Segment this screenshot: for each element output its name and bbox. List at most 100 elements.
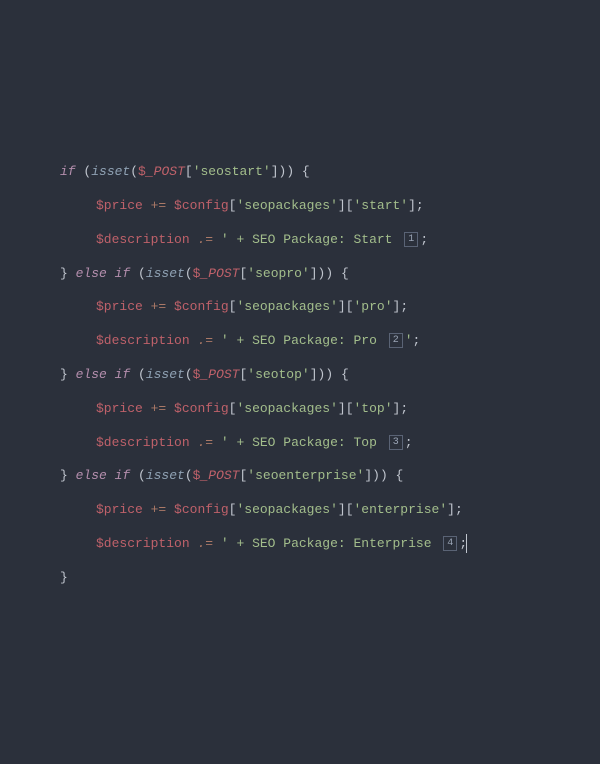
code-token: else if [76, 367, 131, 382]
code-token: ( [76, 164, 92, 179]
code-token [166, 299, 174, 314]
code-token: ] [364, 468, 372, 483]
code-token: _POST [200, 367, 239, 382]
code-token: ; [405, 435, 413, 450]
code-token: else if [76, 468, 131, 483]
code-line: } else if (isset($_POST['seopro'])) { [60, 257, 560, 291]
code-token: 'seopackages' [236, 299, 337, 314]
code-token: 'pro' [354, 299, 393, 314]
code-line: $price += $config['seopackages']['top']; [60, 392, 560, 426]
code-line: } [60, 561, 560, 595]
code-token: 'seoenterprise' [247, 468, 364, 483]
code-token: 'seopackages' [236, 198, 337, 213]
code-token: ' + SEO Package: Enterprise [221, 536, 439, 551]
code-line: $price += $config['seopackages']['enterp… [60, 493, 560, 527]
code-token: ; [400, 299, 408, 314]
code-token: 'seostart' [193, 164, 271, 179]
code-token: )) [372, 468, 388, 483]
code-token: $description [96, 435, 190, 450]
code-token: .= [197, 435, 213, 450]
code-token: $price [96, 401, 143, 416]
code-token: $description [96, 232, 190, 247]
code-token [143, 502, 151, 517]
code-token: isset [146, 266, 185, 281]
code-token: 'start' [354, 198, 409, 213]
code-token: $ [138, 164, 146, 179]
code-token: ( [130, 468, 146, 483]
text-cursor [466, 534, 467, 552]
code-token: 'seopackages' [236, 502, 337, 517]
code-token: isset [146, 367, 185, 382]
code-token: 'seotop' [247, 367, 309, 382]
code-token: ( [130, 367, 146, 382]
code-token: } [60, 367, 76, 382]
code-token: ( [130, 266, 146, 281]
code-token: ] [447, 502, 455, 517]
code-token: ' [405, 333, 413, 348]
code-token: if [60, 164, 76, 179]
code-token: )) [318, 266, 334, 281]
code-token: 'top' [354, 401, 393, 416]
code-token: { [294, 164, 310, 179]
code-token [143, 299, 151, 314]
code-token: .= [197, 232, 213, 247]
code-line: } else if (isset($_POST['seotop'])) { [60, 358, 560, 392]
code-token [166, 502, 174, 517]
code-token: .= [197, 536, 213, 551]
fold-badge: 3 [389, 435, 403, 450]
code-token: ; [420, 232, 428, 247]
code-token: ][ [338, 502, 354, 517]
code-line: $description .= ' + SEO Package: Pro 2'; [60, 324, 560, 358]
code-token: ( [130, 164, 138, 179]
code-line: $price += $config['seopackages']['pro']; [60, 290, 560, 324]
code-token: } [60, 570, 68, 585]
code-line: if (isset($_POST['seostart'])) { [60, 155, 560, 189]
code-token: $price [96, 502, 143, 517]
fold-badge: 1 [404, 232, 418, 247]
code-token: { [333, 367, 349, 382]
code-token [213, 435, 221, 450]
code-token: _POST [146, 164, 185, 179]
code-token: _POST [200, 266, 239, 281]
code-token [166, 401, 174, 416]
code-token: )) [279, 164, 295, 179]
code-token: isset [146, 468, 185, 483]
code-token: $config [174, 401, 229, 416]
code-token: ; [413, 333, 421, 348]
code-token: [ [185, 164, 193, 179]
code-token: ][ [338, 198, 354, 213]
code-token: ] [310, 266, 318, 281]
code-line: $price += $config['seopackages']['start'… [60, 189, 560, 223]
code-line: $description .= ' + SEO Package: Enterpr… [60, 527, 560, 561]
code-token: 'seopackages' [236, 401, 337, 416]
code-token: ; [455, 502, 463, 517]
code-token [190, 536, 198, 551]
code-token: )) [318, 367, 334, 382]
code-token: .= [197, 333, 213, 348]
code-token: } [60, 266, 76, 281]
code-token: { [388, 468, 404, 483]
code-token: += [151, 198, 167, 213]
code-token: += [151, 401, 167, 416]
code-token [166, 198, 174, 213]
fold-badge: 4 [443, 536, 457, 551]
code-token: $description [96, 536, 190, 551]
code-token: ] [271, 164, 279, 179]
code-token: else if [76, 266, 131, 281]
code-token [143, 198, 151, 213]
code-token: ( [185, 468, 193, 483]
code-token: $description [96, 333, 190, 348]
code-token: ( [185, 367, 193, 382]
code-token [143, 401, 151, 416]
code-token: _POST [200, 468, 239, 483]
code-token: ] [408, 198, 416, 213]
fold-badge: 2 [389, 333, 403, 348]
code-token: ( [185, 266, 193, 281]
code-token: isset [91, 164, 130, 179]
code-token: ; [416, 198, 424, 213]
code-token: 'seopro' [247, 266, 309, 281]
code-token [213, 232, 221, 247]
code-token [213, 536, 221, 551]
code-token: $config [174, 198, 229, 213]
code-token: += [151, 502, 167, 517]
